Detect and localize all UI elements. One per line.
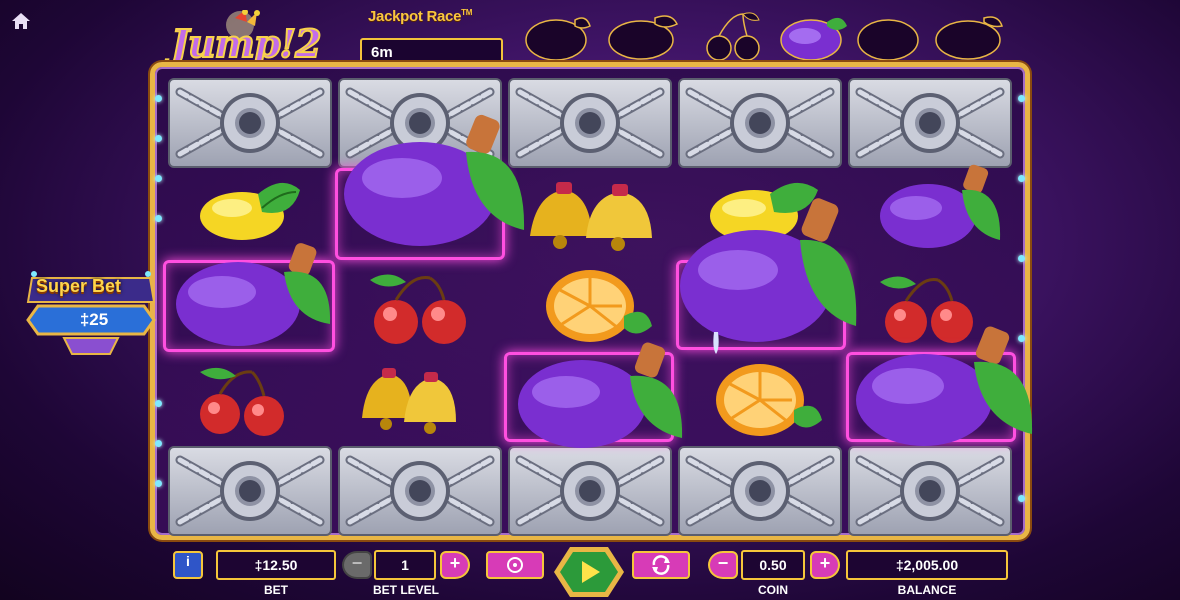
frame-light [155,400,162,407]
game-logo: Jump!2 [165,10,350,70]
info-button[interactable]: i [173,551,203,579]
chain-lock-icon [855,87,1005,159]
locked-cell [168,446,332,536]
bet-level-value: 1 [374,550,436,580]
plum-silhouette-icon [525,17,591,61]
chain-lock-icon [175,455,325,527]
bet-value: ‡12.50 [216,550,336,580]
bet-level-decrease-button[interactable]: − [342,551,372,579]
lemon-silhouette-icon [608,15,679,60]
super-bet-button[interactable]: Super Bet ‡25 [24,268,158,360]
frame-light [1018,95,1025,102]
coin-value: 0.50 [741,550,805,580]
refresh-icon [652,555,670,575]
chain-lock-icon [685,87,835,159]
locked-cell [678,78,842,168]
control-bar: i ‡12.50 BET − 1 + BET LEVEL − 0.50 + CO… [0,545,1180,600]
plum-symbol [880,164,1001,248]
orange-silhouette-icon [857,19,919,61]
locked-cell [508,446,672,536]
frame-light [155,95,162,102]
balance-label: BALANCE [897,583,957,597]
bet-label: BET [264,583,288,597]
coin-label: COIN [758,583,788,597]
chain-lock-icon [855,455,1005,527]
spin-button[interactable] [552,545,626,600]
super-bet-value: ‡25 [79,310,109,329]
coin-increase-button[interactable]: + [810,551,840,579]
jackpot-race-title: Jackpot RaceTM [368,8,473,25]
balance-value: ‡2,005.00 [846,550,1008,580]
frame-light [1018,175,1025,182]
plum-symbol [680,198,857,354]
plum-symbol [518,342,683,448]
home-icon[interactable] [10,10,32,32]
bet-level-label: BET LEVEL [372,583,439,597]
cherries-symbol [200,367,284,436]
cherry-outline-icon [706,12,760,61]
super-bet-title: Super Bet [36,276,122,296]
lemon-silhouette-icon [935,16,1003,60]
frame-light [155,480,162,487]
locked-cell [338,446,502,536]
autoplay-icon [507,557,523,573]
plum-symbol [856,326,1033,446]
turbo-button[interactable] [632,551,690,579]
cherries-symbol [370,274,466,344]
lemon-symbol [200,182,300,240]
chain-lock-icon [175,87,325,159]
autoplay-button[interactable] [486,551,544,579]
bells-symbol [362,368,456,434]
frame-light [1018,255,1025,262]
chain-lock-icon [345,455,495,527]
frame-light [155,175,162,182]
logo-text: Jump!2 [170,21,323,66]
coin-decrease-button[interactable]: − [708,551,738,579]
chain-lock-icon [515,87,665,159]
frame-light [155,215,162,222]
locked-cell [848,78,1012,168]
locked-cell [168,78,332,168]
orange-symbol [546,270,652,342]
frame-light [155,440,162,447]
chain-lock-icon [515,455,665,527]
locked-cell [678,446,842,536]
frame-light [1018,495,1025,502]
chain-lock-icon [685,455,835,527]
orange-symbol [716,364,822,436]
plum-symbol [176,243,331,346]
locked-cell [508,78,672,168]
bet-level-increase-button[interactable]: + [440,551,470,579]
locked-cell [848,446,1012,536]
plum-collected-icon [780,17,847,61]
frame-light [155,135,162,142]
plum-symbol [344,114,525,246]
bells-symbol [530,182,652,251]
